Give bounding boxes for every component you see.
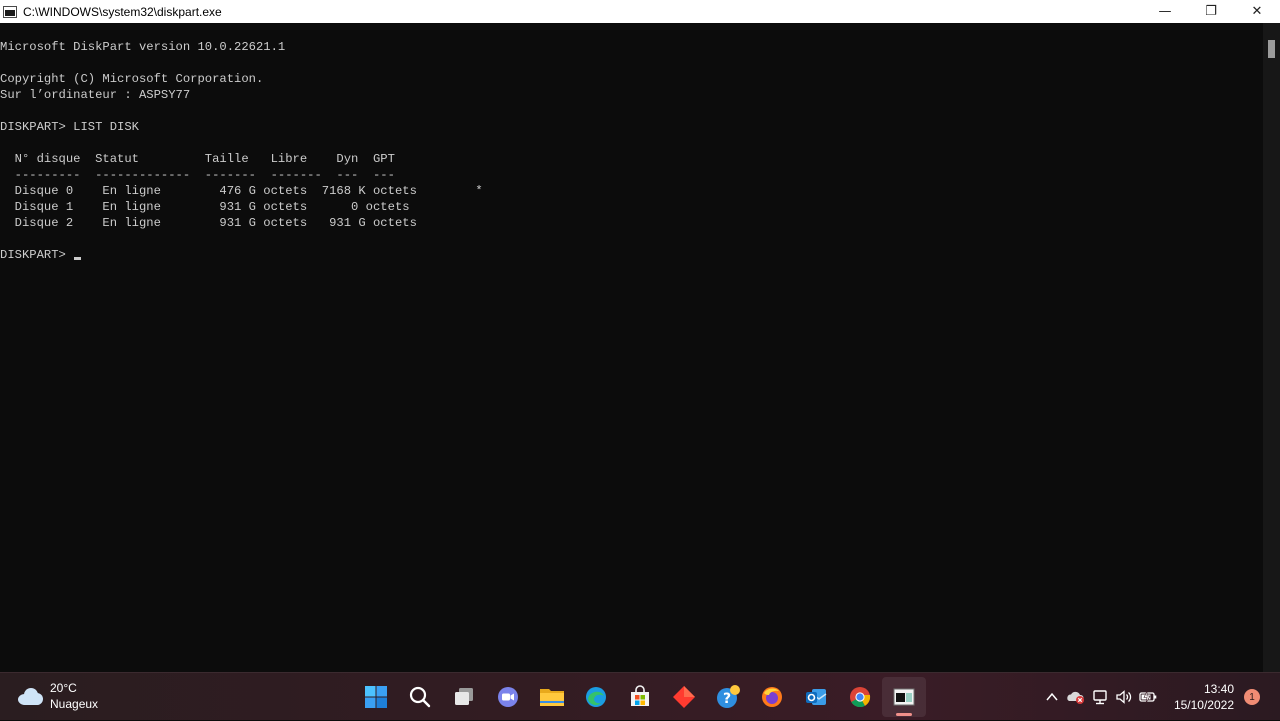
firefox-icon <box>762 687 782 707</box>
outlook-button[interactable] <box>794 677 838 717</box>
weather-widget[interactable]: 20°C Nuageux <box>16 680 98 712</box>
help-button[interactable]: ? <box>706 677 750 717</box>
window-title: C:\WINDOWS\system32\diskpart.exe <box>23 4 222 19</box>
network-icon <box>1093 690 1107 705</box>
svg-text:?: ? <box>723 691 731 707</box>
start-button[interactable] <box>354 677 398 717</box>
file-explorer-icon <box>540 689 564 706</box>
help-icon: ? <box>717 685 740 708</box>
volume-button[interactable] <box>1112 685 1136 709</box>
onedrive-status-button[interactable] <box>1064 685 1088 709</box>
command-line: DISKPART> LIST DISK <box>0 120 139 134</box>
terminal-button[interactable] <box>882 677 926 717</box>
console-output[interactable]: Microsoft DiskPart version 10.0.22621.1 … <box>0 39 1262 263</box>
prompt-text: DISKPART> <box>0 248 74 262</box>
teams-chat-button[interactable] <box>486 677 530 717</box>
task-view-button[interactable] <box>442 677 486 717</box>
store-icon <box>631 685 649 706</box>
clock-date: 15/10/2022 <box>1173 698 1234 712</box>
file-explorer-button[interactable] <box>530 677 574 717</box>
vertical-scrollbar[interactable] <box>1263 23 1280 672</box>
disk-row: Disque 2 En ligne 931 G octets 931 G oct… <box>0 216 417 230</box>
disk-row: Disque 1 En ligne 931 G octets 0 octets <box>0 200 410 214</box>
task-view-icon <box>455 688 473 705</box>
weather-condition: Nuageux <box>50 697 99 711</box>
minimize-button[interactable]: — <box>1142 0 1188 23</box>
battery-button[interactable] <box>1136 685 1160 709</box>
search-button[interactable] <box>398 677 442 717</box>
teams-chat-icon <box>498 687 518 707</box>
disk-table-separator: --------- ------------- ------- ------- … <box>0 168 395 182</box>
cloud-icon <box>16 687 44 705</box>
chrome-icon <box>850 687 871 708</box>
weather-temperature: 20°C <box>50 681 77 695</box>
disk-table-header: N° disque Statut Taille Libre Dyn GPT <box>0 152 395 166</box>
clock-time: 13:40 <box>1203 682 1234 696</box>
version-line: Microsoft DiskPart version 10.0.22621.1 <box>0 40 286 54</box>
chevron-up-icon <box>1046 692 1058 701</box>
restore-button[interactable]: ❐ <box>1188 0 1234 23</box>
cloud-error-icon <box>1067 691 1084 704</box>
computer-line: Sur l’ordinateur : ASPSY77 <box>0 88 191 102</box>
console-window: C:\WINDOWS\system32\diskpart.exe — ❐ ✕ M… <box>0 0 1280 672</box>
notification-badge[interactable]: 1 <box>1244 689 1260 705</box>
terminal-icon <box>893 688 915 706</box>
taskbar-apps: ? <box>354 673 926 721</box>
search-icon <box>409 686 431 708</box>
edge-button[interactable] <box>574 677 618 717</box>
active-indicator <box>896 713 912 716</box>
taskbar: 20°C Nuageux ? 13:40 15/10/2022 1 <box>0 672 1280 720</box>
system-tray: 13:40 15/10/2022 1 <box>1040 673 1280 721</box>
network-button[interactable] <box>1088 685 1112 709</box>
red-diamond-app-button[interactable] <box>662 677 706 717</box>
outlook-icon <box>806 689 827 705</box>
chrome-button[interactable] <box>838 677 882 717</box>
scrollbar-thumb[interactable] <box>1268 40 1275 58</box>
red-diamond-app-icon <box>673 686 695 708</box>
title-bar[interactable]: C:\WINDOWS\system32\diskpart.exe — ❐ ✕ <box>0 0 1280 23</box>
window-controls: — ❐ ✕ <box>1142 0 1280 23</box>
console-app-icon[interactable] <box>3 5 17 18</box>
edge-icon <box>586 687 606 707</box>
text-cursor <box>74 257 82 260</box>
firefox-button[interactable] <box>750 677 794 717</box>
start-icon <box>365 686 387 708</box>
prompt-line[interactable]: DISKPART> <box>0 247 1262 263</box>
copyright-line: Copyright (C) Microsoft Corporation. <box>0 72 264 86</box>
clock[interactable]: 13:40 15/10/2022 <box>1174 681 1234 713</box>
store-button[interactable] <box>618 677 662 717</box>
speaker-icon <box>1116 690 1132 704</box>
battery-charging-icon <box>1139 690 1157 704</box>
show-hidden-icons-button[interactable] <box>1040 685 1064 709</box>
disk-row: Disque 0 En ligne 476 G octets 7168 K oc… <box>0 184 483 198</box>
close-button[interactable]: ✕ <box>1234 0 1280 23</box>
